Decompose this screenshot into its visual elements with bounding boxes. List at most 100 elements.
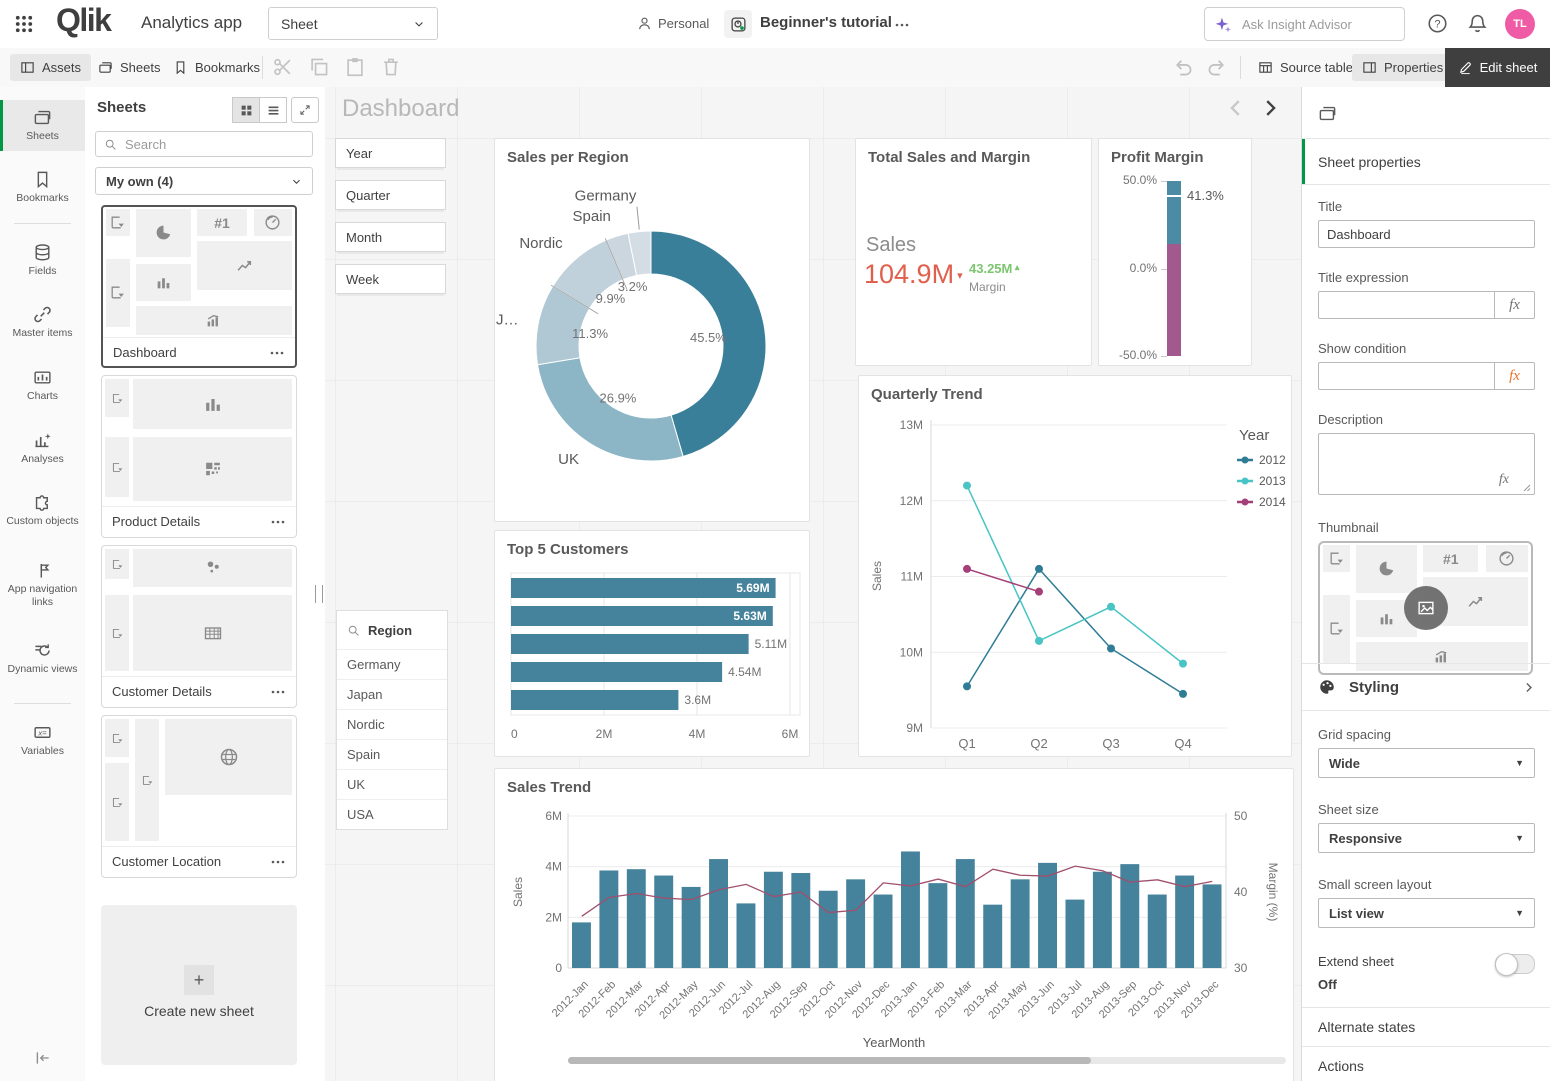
chart-scrollbar-track[interactable] (568, 1057, 1286, 1064)
rail-item-master-items[interactable]: Master items (0, 297, 85, 348)
properties-panel: Sheet properties Title Title expression … (1301, 87, 1550, 1081)
panel-resize-handle[interactable] (315, 585, 323, 603)
chart-total-sales-margin[interactable]: Total Sales and Margin Sales 104.9M ▾ 43… (855, 138, 1092, 366)
filter-month[interactable]: Month (335, 222, 446, 252)
next-sheet-icon[interactable] (1259, 97, 1281, 119)
grid-view-button[interactable] (232, 97, 260, 123)
sheet-thumbnail (102, 376, 296, 507)
region-item-uk[interactable]: UK (337, 769, 447, 799)
collection-filter-dropdown[interactable]: My own (4) (95, 167, 313, 195)
sheet-card-product-details[interactable]: Product Details (101, 375, 297, 538)
chart-top5-customers[interactable]: Top 5 Customers 02M4M6M5.69M5.63M5.11M4.… (494, 530, 810, 757)
app-name-label[interactable]: Beginner's tutorial (760, 14, 892, 31)
rail-item-bookmarks[interactable]: Bookmarks (0, 162, 85, 213)
edit-sheet-button[interactable]: Edit sheet (1445, 48, 1550, 87)
title-expression-input[interactable] (1318, 291, 1495, 319)
app-icon[interactable] (724, 10, 752, 38)
show-condition-fx-button[interactable]: fx (1495, 362, 1535, 390)
insight-advisor-box[interactable] (1204, 7, 1405, 41)
title-input[interactable] (1318, 220, 1535, 248)
notifications-icon[interactable] (1467, 13, 1488, 34)
filterpane-icon (111, 461, 124, 474)
show-condition-input[interactable] (1318, 362, 1495, 390)
filter-week[interactable]: Week (335, 264, 446, 294)
svg-text:11.3%: 11.3% (572, 326, 608, 341)
chart-quarterly-trend[interactable]: Quarterly Trend 13M12M11M10M9MQ1Q2Q3Q4Sa… (858, 375, 1292, 757)
insight-advisor-input[interactable] (1240, 16, 1394, 33)
actions-section[interactable]: Actions (1302, 1047, 1550, 1081)
copy-icon[interactable] (308, 56, 330, 78)
title-expression-fx-button[interactable]: fx (1495, 291, 1535, 319)
prev-sheet-icon[interactable] (1225, 97, 1247, 119)
grid-spacing-select[interactable]: Wide ▼ (1318, 748, 1535, 778)
expand-panel-button[interactable] (291, 97, 319, 123)
collapse-rail-icon[interactable] (34, 1049, 52, 1067)
chart-scrollbar-thumb[interactable] (568, 1057, 1091, 1064)
region-item-usa[interactable]: USA (337, 799, 447, 829)
undo-icon[interactable] (1172, 56, 1194, 78)
qlik-logo[interactable]: Qlik (56, 2, 110, 39)
tab-bookmarks[interactable]: Bookmarks (163, 54, 270, 81)
rail-item-analyses[interactable]: Analyses (0, 423, 85, 474)
tab-assets[interactable]: Assets (10, 54, 91, 81)
help-icon[interactable]: ? (1427, 13, 1448, 34)
rail-item-custom-objects[interactable]: Custom objects (0, 485, 85, 536)
filter-quarter[interactable]: Quarter (335, 180, 446, 210)
sheet-card-customer-location[interactable]: Customer Location (101, 715, 297, 878)
app-launcher-icon[interactable] (14, 14, 34, 34)
cut-icon[interactable] (272, 56, 294, 78)
create-new-sheet-button[interactable]: + Create new sheet (101, 905, 297, 1065)
sheet-card-menu-icon[interactable] (270, 684, 286, 700)
properties-body: Title Title expression fx Show condition… (1318, 199, 1535, 675)
avatar[interactable]: TL (1505, 9, 1535, 39)
rail-item-variables[interactable]: x=Variables (0, 715, 85, 766)
kpi-primary-label: Sales (866, 234, 916, 257)
filter-year[interactable]: Year (335, 138, 446, 168)
alternate-states-section[interactable]: Alternate states (1302, 1008, 1550, 1046)
svg-text:Q4: Q4 (1174, 736, 1191, 751)
source-table-button[interactable]: Source table (1248, 54, 1363, 81)
sheet-card-menu-icon[interactable] (269, 345, 285, 361)
styling-section-button[interactable]: Styling (1302, 664, 1550, 710)
properties-button[interactable]: Properties (1352, 54, 1453, 81)
sheet-size-select[interactable]: Responsive ▼ (1318, 823, 1535, 853)
choose-image-button[interactable] (1404, 586, 1448, 630)
sheet-card-dashboard[interactable]: #1 Dashboard (101, 205, 297, 368)
grid-spacing-value: Wide (1329, 756, 1360, 771)
region-item-japan[interactable]: Japan (337, 679, 447, 709)
kpi-rank-block: #1 (1423, 545, 1478, 572)
rail-item-dynamic-views[interactable]: Dynamic views (0, 633, 85, 684)
rail-item-fields[interactable]: Fields (0, 235, 85, 286)
app-thumbnail-icon (730, 16, 747, 33)
rail-item-sheets[interactable]: Sheets (0, 100, 85, 151)
chart-sales-per-region[interactable]: Sales per Region 45.5%26.9%UK11.3%J…9.9%… (494, 138, 810, 522)
sheets-search-input[interactable] (123, 136, 304, 153)
sheet-card-customer-details[interactable]: Customer Details (101, 545, 297, 708)
sheet-icon[interactable] (1318, 104, 1337, 123)
region-item-germany[interactable]: Germany (337, 649, 447, 679)
list-view-button[interactable] (260, 97, 287, 123)
sheets-search-box[interactable] (95, 131, 313, 157)
tab-sheets[interactable]: Sheets (88, 54, 170, 81)
small-screen-select[interactable]: List view ▼ (1318, 898, 1535, 928)
sheet-card-menu-icon[interactable] (270, 854, 286, 870)
rail-item-app-navigation-links[interactable]: App navigation links (0, 553, 85, 617)
chart-sales-trend[interactable]: Sales Trend 6M4M2M0504030SalesMargin (%)… (494, 768, 1294, 1081)
more-options-icon[interactable] (894, 17, 910, 33)
region-listbox-header[interactable]: Region (337, 611, 447, 649)
space-selector[interactable]: Personal (637, 16, 709, 31)
sheet-card-menu-icon[interactable] (270, 514, 286, 530)
divider (1302, 710, 1550, 711)
description-fx-button[interactable]: fx (1499, 472, 1509, 488)
rail-item-charts[interactable]: Charts (0, 360, 85, 411)
chart-profit-margin[interactable]: Profit Margin 50.0%0.0%-50.0%41.3% (1098, 138, 1252, 366)
resize-handle-icon[interactable] (1523, 484, 1531, 492)
extend-sheet-toggle[interactable] (1495, 954, 1535, 974)
delete-icon[interactable] (380, 56, 402, 78)
redo-icon[interactable] (1206, 56, 1228, 78)
region-item-spain[interactable]: Spain (337, 739, 447, 769)
sheet-selector[interactable]: Sheet (268, 7, 438, 40)
paste-icon[interactable] (344, 56, 366, 78)
thumbnail-picker[interactable]: #1 (1318, 541, 1533, 675)
region-item-nordic[interactable]: Nordic (337, 709, 447, 739)
